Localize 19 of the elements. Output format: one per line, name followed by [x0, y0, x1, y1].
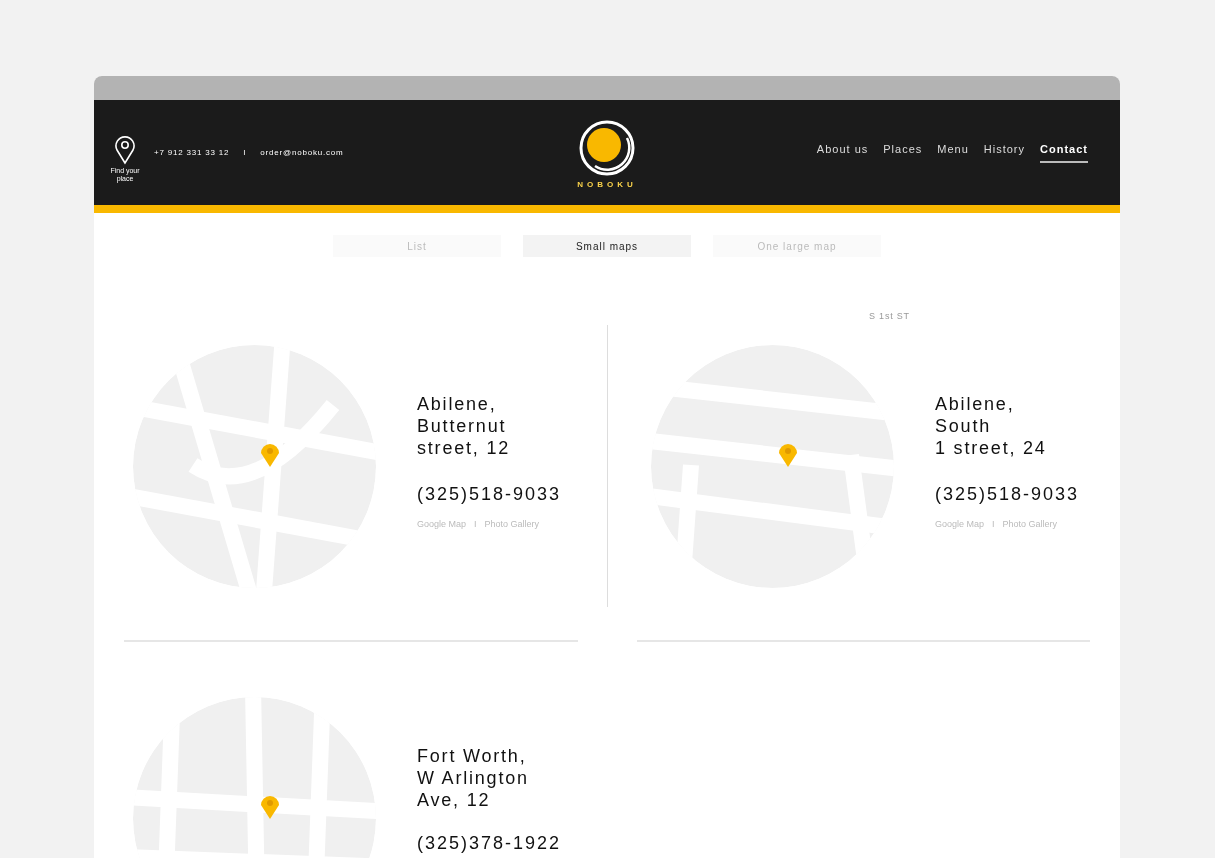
nav-link[interactable]: History [983, 142, 1026, 163]
street-label: S 1st ST [869, 311, 910, 321]
brand-name: NOBOKU [577, 180, 637, 189]
view-tab[interactable]: Small maps [523, 235, 691, 257]
separator: I [243, 148, 247, 157]
logo-icon [577, 118, 637, 178]
location-pin-icon [114, 134, 136, 165]
address: Abilene, South 1 street, 24 [935, 393, 1048, 459]
email-address: order@noboku.com [260, 148, 344, 157]
phone-number: (325)518-9033 [417, 484, 562, 505]
address: Abilene, Butternut street, 12 [417, 393, 512, 459]
phone-number: (325)518-9033 [935, 484, 1080, 505]
phone-number: +7 912 331 33 12 [154, 148, 230, 157]
phone-number: (325)378-1922 [417, 833, 562, 854]
nav-link[interactable]: Places [883, 142, 923, 163]
nav-link[interactable]: About us [816, 142, 869, 163]
nav-link[interactable]: Contact [1040, 142, 1088, 163]
nav-link[interactable]: Menu [937, 142, 969, 163]
address: Fort Worth, W Arlington Ave, 12 [417, 745, 530, 811]
